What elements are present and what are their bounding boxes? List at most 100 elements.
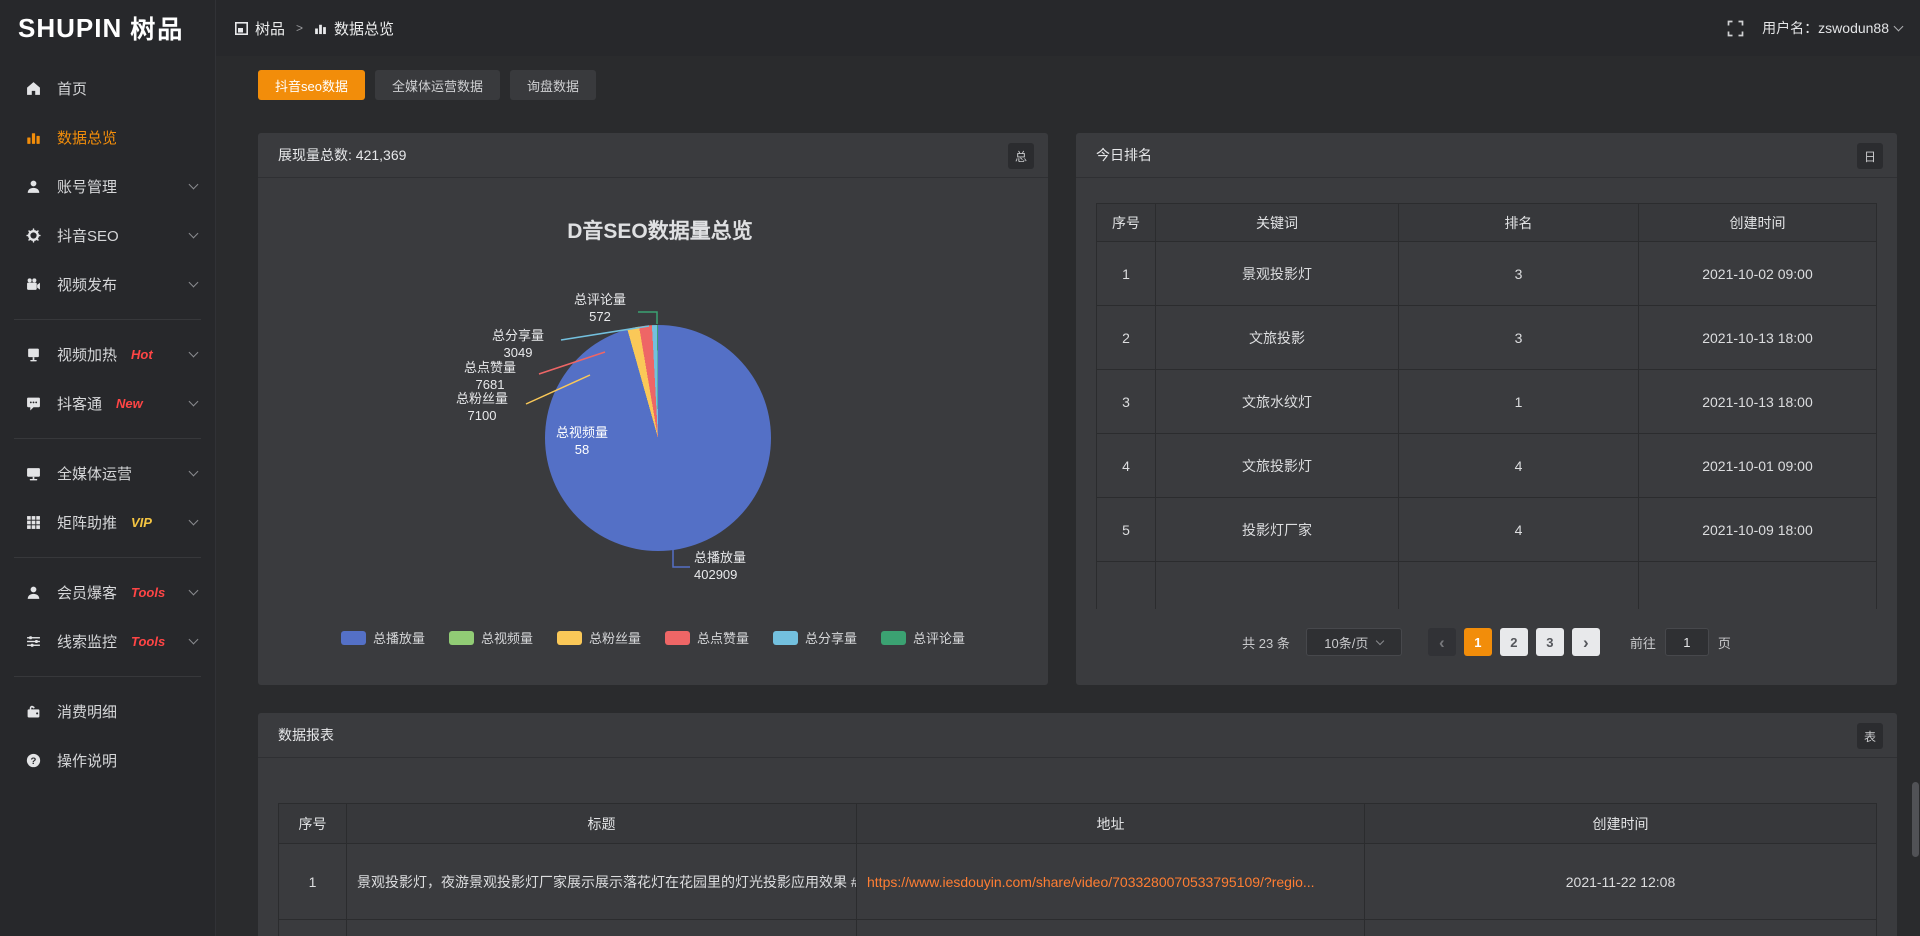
- page-button-1[interactable]: 1: [1464, 628, 1492, 656]
- sidebar-item-2[interactable]: 账号管理: [0, 162, 215, 211]
- table-cell-time: [1365, 920, 1877, 936]
- user-icon: [26, 585, 42, 601]
- table-cell: [1097, 562, 1156, 609]
- page-button-3[interactable]: 3: [1536, 628, 1564, 656]
- username-label: 用户名：: [1762, 18, 1818, 38]
- sidebar-item-9[interactable]: 会员爆客Tools: [0, 568, 215, 617]
- sidebar-item-label: 视频发布: [57, 274, 117, 295]
- pie-legend: 总播放量 总视频量 总粉丝量 总点赞量 总分享量 总评论量: [258, 628, 1048, 647]
- pie-chart-title: D音SEO数据量总览: [510, 215, 810, 245]
- table-cell: 文旅投影灯: [1156, 434, 1399, 498]
- goto-page-input[interactable]: [1665, 628, 1709, 656]
- table-cell: [1639, 562, 1877, 609]
- sidebar-item-5[interactable]: 视频加热Hot: [0, 330, 215, 379]
- legend-item[interactable]: 总分享量: [773, 628, 857, 647]
- legend-label: 总点赞量: [697, 628, 749, 647]
- data-tabs: 抖音seo数据全媒体运营数据询盘数据: [258, 70, 596, 100]
- sidebar-item-11[interactable]: 消费明细: [0, 687, 215, 736]
- fullscreen-icon[interactable]: [1727, 20, 1744, 37]
- table-cell: 1: [279, 844, 347, 920]
- page-button-2[interactable]: 2: [1500, 628, 1528, 656]
- wallet-icon: [26, 704, 42, 720]
- table-cell-title: [347, 920, 857, 936]
- tab-0[interactable]: 抖音seo数据: [258, 70, 365, 100]
- scrollbar-thumb[interactable]: [1912, 782, 1919, 857]
- sidebar-item-label: 消费明细: [57, 701, 117, 722]
- app-logo[interactable]: SHUPIN 树品: [0, 0, 215, 56]
- sliders-icon: [26, 634, 42, 650]
- sidebar-menu: 首页数据总览账号管理抖音SEO 视频发布视频加热Hot抖客通New 全媒体运营矩阵助…: [0, 56, 215, 785]
- sidebar-item-10[interactable]: 线索监控Tools: [0, 617, 215, 666]
- prev-page-button[interactable]: ‹: [1428, 628, 1456, 656]
- column-header: 排名: [1399, 204, 1639, 242]
- sidebar-item-3[interactable]: 抖音SEO: [0, 211, 215, 260]
- chevron-down-icon: [189, 348, 199, 358]
- legend-swatch: [665, 631, 690, 645]
- video-link[interactable]: https://www.iesdouyin.com/share/video/70…: [867, 874, 1315, 890]
- breadcrumb-current[interactable]: 数据总览: [334, 18, 394, 39]
- column-header: 地址: [857, 804, 1365, 844]
- table-cell: 3: [1097, 370, 1156, 434]
- ranking-badge-button[interactable]: 日: [1857, 143, 1883, 169]
- next-page-button[interactable]: ›: [1572, 628, 1600, 656]
- pagination-total: 共 23 条: [1242, 633, 1290, 652]
- table-cell: 2021-10-13 18:00: [1639, 370, 1877, 434]
- sidebar-item-badge: Tools: [131, 585, 165, 600]
- monitor-icon: [26, 466, 42, 482]
- video-icon: [26, 277, 42, 293]
- tab-2[interactable]: 询盘数据: [510, 70, 596, 100]
- legend-label: 总视频量: [481, 628, 533, 647]
- legend-item[interactable]: 总粉丝量: [557, 628, 641, 647]
- legend-swatch: [449, 631, 474, 645]
- sidebar-item-1[interactable]: 数据总览: [0, 113, 215, 162]
- sidebar-item-label: 首页: [57, 78, 87, 99]
- legend-swatch: [773, 631, 798, 645]
- ranking-panel-title: 今日排名: [1076, 133, 1897, 178]
- column-header: 序号: [1097, 204, 1156, 242]
- pie-label-fans: 总粉丝量7100: [440, 390, 524, 424]
- goto-suffix: 页: [1718, 633, 1731, 652]
- sidebar: SHUPIN 树品 首页数据总览账号管理抖音SEO 视频发布视频加热Hot抖客通N…: [0, 0, 216, 936]
- table-cell: 2021-10-02 09:00: [1639, 242, 1877, 306]
- table-cell-url: [857, 920, 1365, 936]
- topbar: 树品 > 数据总览 用户名：zswodun88: [216, 0, 1920, 56]
- sidebar-item-label: 线索监控: [57, 631, 117, 652]
- table-cell: [279, 920, 347, 936]
- legend-item[interactable]: 总评论量: [881, 628, 965, 647]
- pie-label-likes: 总点赞量7681: [448, 359, 532, 393]
- table-cell: 2021-10-13 18:00: [1639, 306, 1877, 370]
- page-buttons: 123: [1460, 628, 1568, 656]
- legend-item[interactable]: 总点赞量: [665, 628, 749, 647]
- table-cell-url: https://www.iesdouyin.com/share/video/70…: [857, 844, 1365, 920]
- column-header: 标题: [347, 804, 857, 844]
- page-size-select[interactable]: 10条/页: [1306, 628, 1402, 656]
- sidebar-item-0[interactable]: 首页: [0, 64, 215, 113]
- legend-swatch: [557, 631, 582, 645]
- sidebar-item-12[interactable]: ?操作说明: [0, 736, 215, 785]
- table-cell: 4: [1097, 434, 1156, 498]
- chat-icon: [26, 396, 42, 412]
- sidebar-item-label: 账号管理: [57, 176, 117, 197]
- overview-badge-button[interactable]: 总: [1008, 143, 1034, 169]
- grid-icon: [26, 515, 42, 531]
- report-badge-button[interactable]: 表: [1857, 723, 1883, 749]
- breadcrumb-root[interactable]: 树品: [255, 18, 285, 39]
- breadcrumb-separator: >: [296, 21, 303, 35]
- legend-item[interactable]: 总视频量: [449, 628, 533, 647]
- table-cell-time: 2021-11-22 12:08: [1365, 844, 1877, 920]
- sidebar-item-7[interactable]: 全媒体运营: [0, 449, 215, 498]
- user-menu[interactable]: 用户名：zswodun88: [1762, 18, 1902, 38]
- divider: [14, 438, 201, 439]
- table-cell: 文旅水纹灯: [1156, 370, 1399, 434]
- sidebar-item-label: 视频加热: [57, 344, 117, 365]
- sidebar-item-label: 全媒体运营: [57, 463, 132, 484]
- table-cell: 1: [1097, 242, 1156, 306]
- sidebar-item-8[interactable]: 矩阵助推VIP: [0, 498, 215, 547]
- sidebar-item-4[interactable]: 视频发布: [0, 260, 215, 309]
- tab-1[interactable]: 全媒体运营数据: [375, 70, 500, 100]
- legend-item[interactable]: 总播放量: [341, 628, 425, 647]
- sidebar-item-label: 抖客通: [57, 393, 102, 414]
- sidebar-item-6[interactable]: 抖客通New: [0, 379, 215, 428]
- bar-chart-icon: [26, 130, 42, 146]
- pie-label-shares: 总分享量3049: [478, 327, 558, 361]
